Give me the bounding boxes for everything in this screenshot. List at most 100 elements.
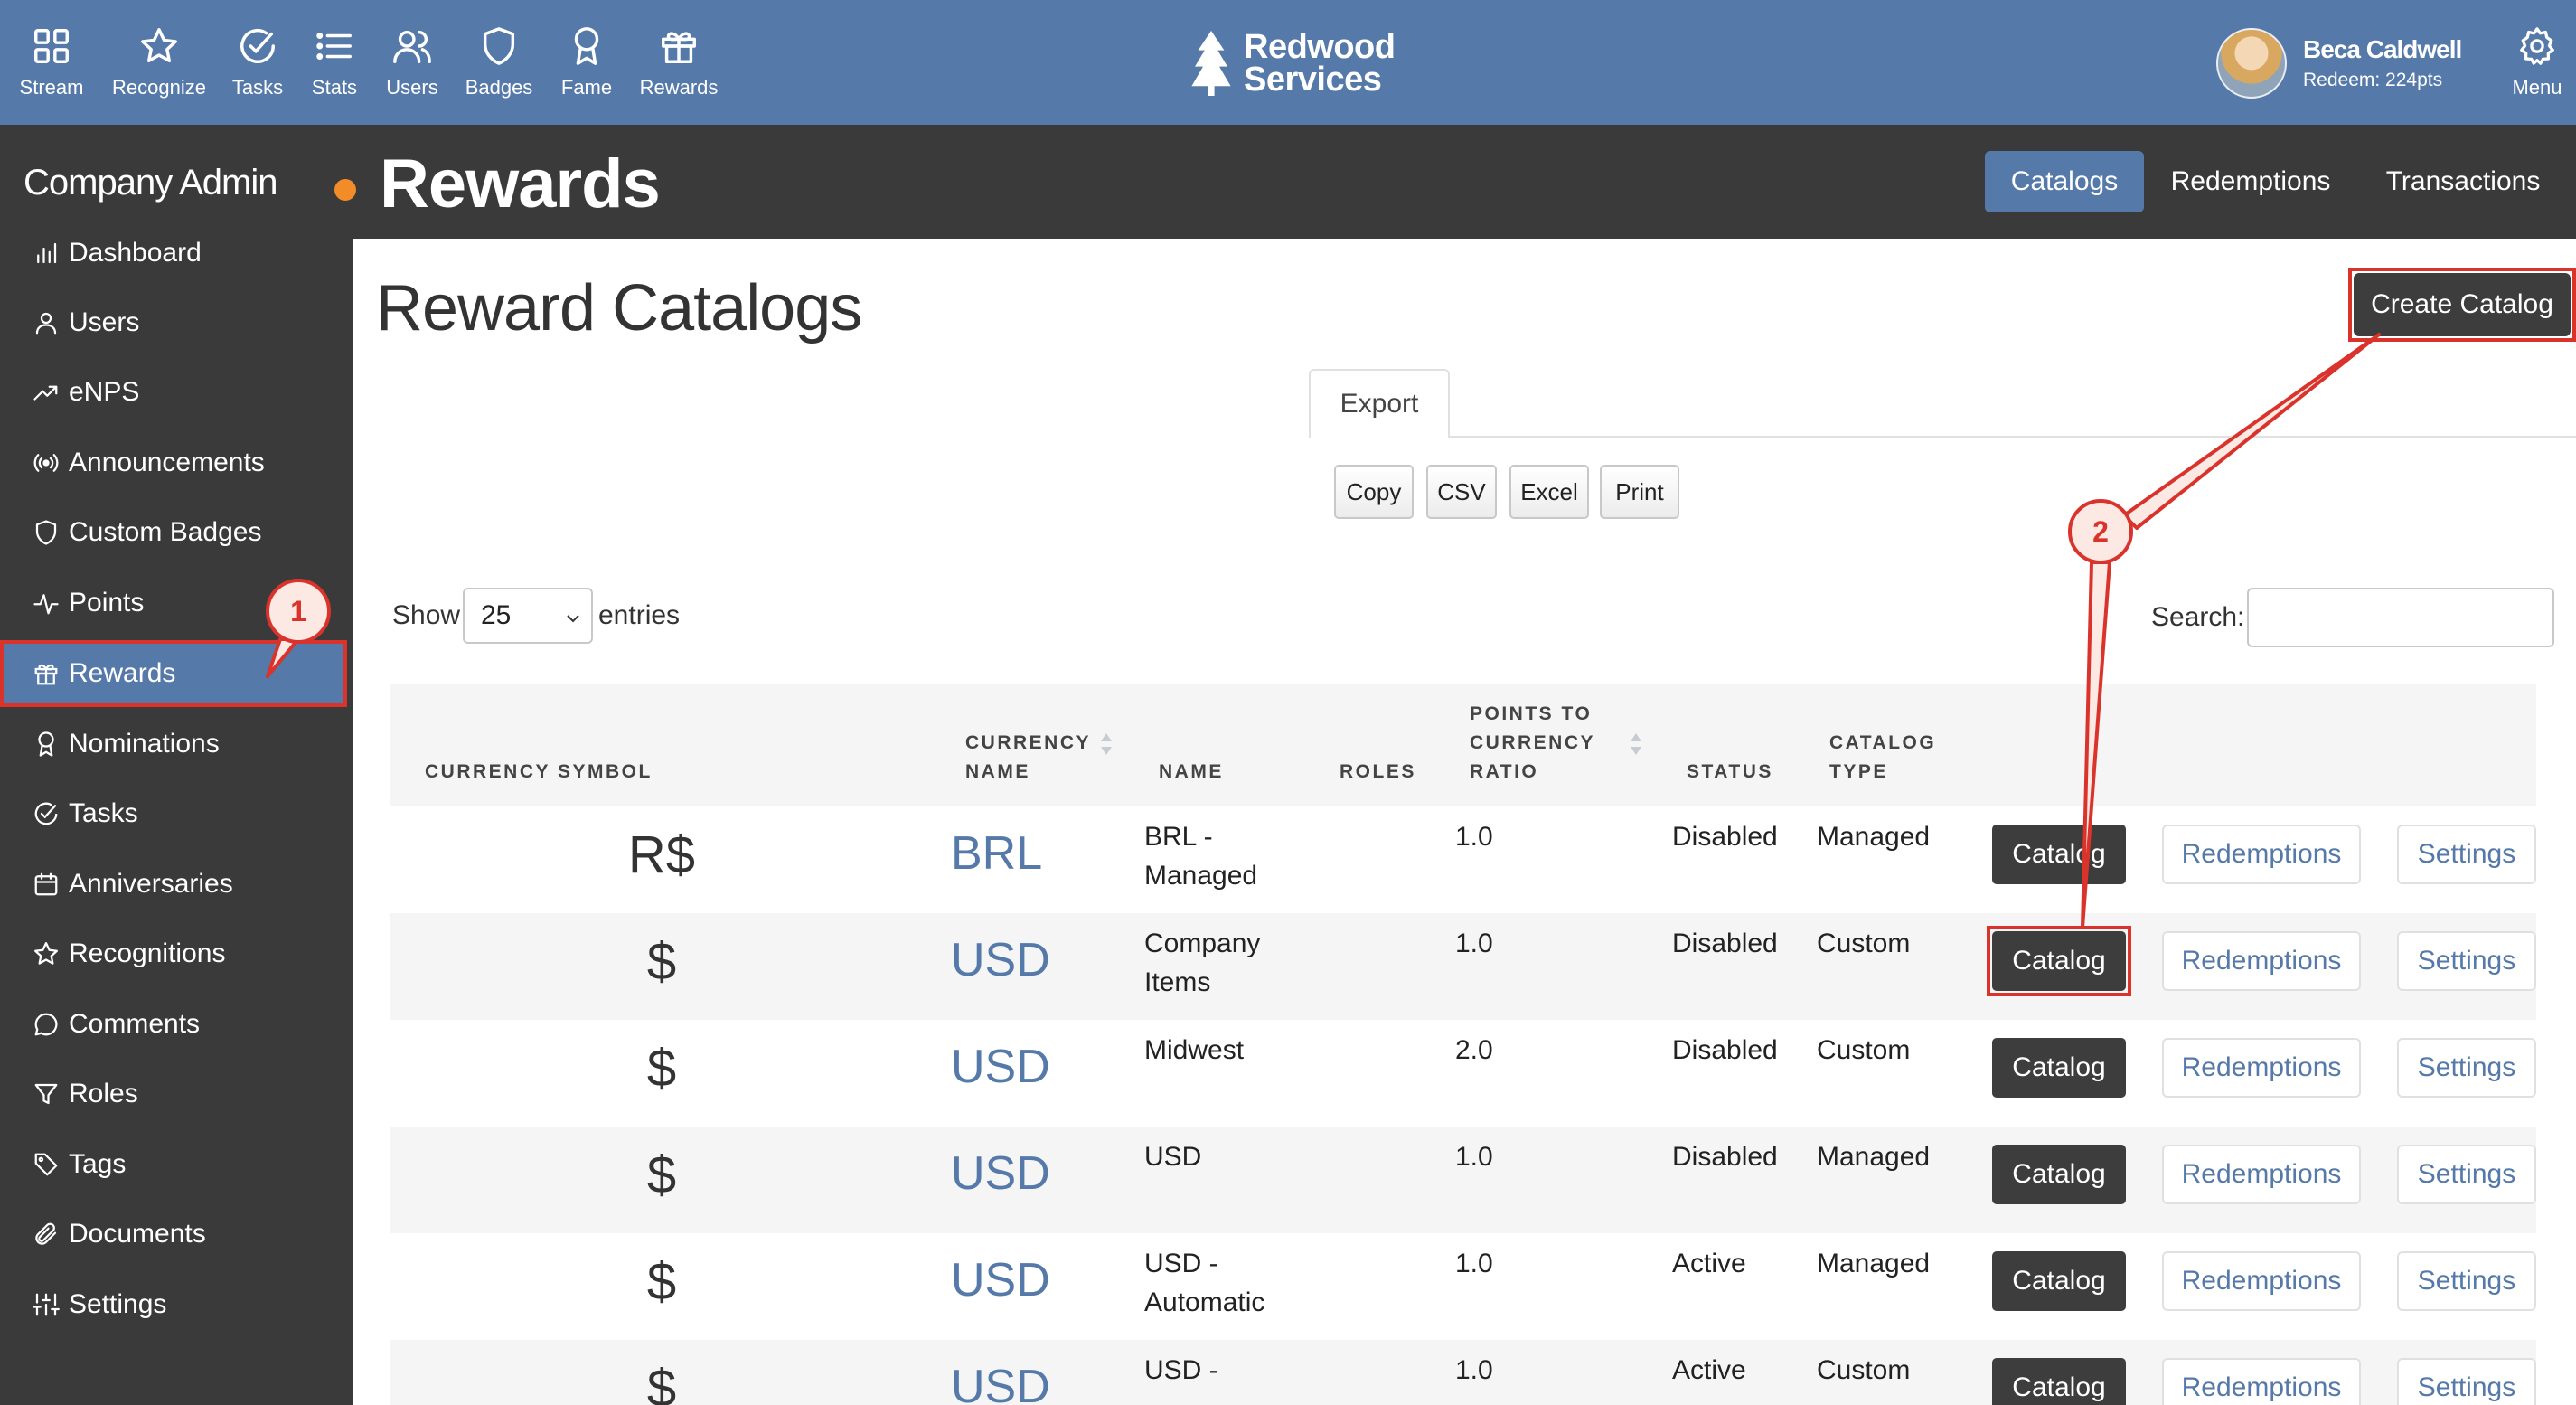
- nav-recognize[interactable]: Recognize: [107, 0, 212, 125]
- sidebar-item-tags[interactable]: Tags: [0, 1131, 347, 1198]
- search-input[interactable]: [2247, 588, 2554, 647]
- copy-button[interactable]: Copy: [1334, 465, 1414, 519]
- table-row: $ USD Company Items 1.0 Disabled Custom Catalog…: [390, 913, 2536, 1020]
- status-value: Disabled: [1672, 1142, 1778, 1172]
- user-profile[interactable]: Beca Caldwell Redeem: 224pts: [2216, 27, 2462, 99]
- currency-name-link[interactable]: USD: [951, 1040, 1050, 1094]
- nav-fame[interactable]: Fame: [553, 0, 620, 125]
- currency-name-link[interactable]: BRL: [951, 826, 1042, 881]
- nav-users[interactable]: Users: [378, 0, 447, 125]
- settings-button[interactable]: Settings: [2397, 931, 2536, 991]
- nav-tasks[interactable]: Tasks: [224, 0, 291, 125]
- redemptions-button[interactable]: Redemptions: [2162, 1038, 2361, 1098]
- currency-name-link[interactable]: USD: [951, 933, 1050, 987]
- gift-icon: [662, 32, 696, 63]
- nav-stream[interactable]: Stream: [13, 0, 90, 125]
- nav-stats[interactable]: Stats: [302, 0, 367, 125]
- sort-icon[interactable]: [1629, 731, 1643, 758]
- list-icon: [316, 33, 352, 60]
- brand-name-line2: Services: [1244, 61, 1382, 99]
- settings-button[interactable]: Settings: [2397, 1145, 2536, 1204]
- col-currency-name[interactable]: CURRENCY NAME: [965, 729, 1091, 787]
- redemptions-button[interactable]: Redemptions: [2162, 1145, 2361, 1204]
- nav-rewards[interactable]: Rewards: [635, 0, 723, 125]
- catalog-name-line: Company: [1144, 929, 1261, 958]
- catalog-button[interactable]: Catalog: [1992, 1038, 2126, 1098]
- highlight-frame-catalog: [1987, 926, 2131, 996]
- sidebar-item-custom-badges[interactable]: Custom Badges: [0, 499, 347, 566]
- col-label: NAME: [965, 761, 1030, 782]
- menu-button[interactable]: Menu: [2504, 0, 2571, 125]
- sidebar-item-label: Points: [69, 588, 145, 618]
- col-catalog-type[interactable]: CATALOG TYPE: [1829, 729, 1936, 787]
- entries-per-page-select[interactable]: 25: [463, 588, 593, 644]
- brand-logo[interactable]: Redwood Services: [1191, 27, 1396, 99]
- sidebar-item-label: Dashboard: [69, 238, 202, 268]
- sidebar-item-nominations[interactable]: Nominations: [0, 711, 347, 778]
- catalog-name-line: USD -: [1144, 1249, 1218, 1278]
- grid-icon: [34, 29, 69, 63]
- sidebar-item-tasks[interactable]: Tasks: [0, 780, 347, 847]
- catalog-name-line: Midwest: [1144, 1035, 1245, 1065]
- catalog-button[interactable]: Catalog: [1992, 1145, 2126, 1204]
- currency-name-link[interactable]: USD: [951, 1360, 1050, 1405]
- broadcast-icon: [33, 454, 59, 472]
- excel-button[interactable]: Excel: [1509, 465, 1589, 519]
- sidebar-item-label: Recognitions: [69, 938, 226, 968]
- nav-label: Recognize: [112, 76, 206, 99]
- avatar[interactable]: [2216, 28, 2287, 99]
- col-roles[interactable]: ROLES: [1340, 758, 1416, 787]
- sort-icon[interactable]: [1099, 731, 1114, 758]
- points-ratio: 1.0: [1455, 929, 1493, 958]
- sidebar-item-roles[interactable]: Roles: [0, 1061, 347, 1127]
- col-status[interactable]: STATUS: [1687, 758, 1773, 787]
- sidebar-item-recognitions[interactable]: Recognitions: [0, 920, 347, 987]
- col-label: CURRENCY: [965, 732, 1092, 753]
- sidebar-item-settings[interactable]: Settings: [0, 1271, 347, 1338]
- table-header: CURRENCY SYMBOL CURRENCY NAME NAME ROLES…: [390, 684, 2536, 806]
- currency-symbol: $: [646, 1359, 677, 1405]
- settings-button[interactable]: Settings: [2397, 1358, 2536, 1405]
- redemptions-button[interactable]: Redemptions: [2162, 825, 2361, 884]
- sidebar-item-users[interactable]: Users: [0, 289, 347, 356]
- sidebar-item-announcements[interactable]: Announcements: [0, 429, 347, 496]
- col-currency-symbol[interactable]: CURRENCY SYMBOL: [425, 758, 653, 787]
- currency-name-link[interactable]: USD: [951, 1253, 1050, 1307]
- currency-symbol: R$: [627, 825, 696, 884]
- star-icon: [34, 942, 58, 965]
- nav-label: Users: [386, 76, 438, 99]
- sidebar-item-rewards[interactable]: Rewards: [0, 640, 347, 707]
- top-navigation-bar: Stream Recognize Tasks Stats Users Badge…: [0, 0, 2576, 125]
- settings-button[interactable]: Settings: [2397, 1251, 2536, 1311]
- sidebar-item-comments[interactable]: Comments: [0, 991, 347, 1058]
- redemptions-button[interactable]: Redemptions: [2162, 1251, 2361, 1311]
- col-points-ratio[interactable]: POINTS TO CURRENCY RATIO: [1470, 700, 1595, 787]
- sidebar-item-dashboard[interactable]: Dashboard: [0, 220, 347, 287]
- settings-button[interactable]: Settings: [2397, 825, 2536, 884]
- table-row: $ USD USD - Automatic 1.0 Active Managed Catalo…: [390, 1233, 2536, 1340]
- export-tab[interactable]: Export: [1309, 369, 1450, 438]
- sidebar-item-anniversaries[interactable]: Anniversaries: [0, 851, 347, 918]
- catalog-button[interactable]: Catalog: [1992, 1358, 2126, 1405]
- check-circle-icon: [240, 29, 275, 63]
- status-value: Disabled: [1672, 1035, 1778, 1065]
- tab-redemptions[interactable]: Redemptions: [2160, 151, 2341, 212]
- currency-name-link[interactable]: USD: [951, 1146, 1050, 1201]
- print-button[interactable]: Print: [1600, 465, 1679, 519]
- redemptions-button[interactable]: Redemptions: [2162, 1358, 2361, 1405]
- sidebar-item-enps[interactable]: eNPS: [0, 359, 347, 426]
- show-label: Show: [392, 600, 461, 630]
- nav-badges[interactable]: Badges: [459, 0, 539, 125]
- tab-catalogs[interactable]: Catalogs: [1985, 151, 2144, 212]
- catalog-button[interactable]: Catalog: [1992, 1251, 2126, 1311]
- csv-button[interactable]: CSV: [1426, 465, 1497, 519]
- sidebar-item-documents[interactable]: Documents: [0, 1201, 347, 1268]
- catalog-type: Managed: [1817, 1249, 1931, 1278]
- tab-transactions[interactable]: Transactions: [2368, 151, 2558, 212]
- settings-button[interactable]: Settings: [2397, 1038, 2536, 1098]
- catalog-button[interactable]: Catalog: [1992, 825, 2126, 884]
- col-name[interactable]: NAME: [1159, 758, 1224, 787]
- currency-symbol: $: [646, 932, 677, 991]
- redemptions-button[interactable]: Redemptions: [2162, 931, 2361, 991]
- sidebar-item-label: eNPS: [69, 377, 140, 407]
